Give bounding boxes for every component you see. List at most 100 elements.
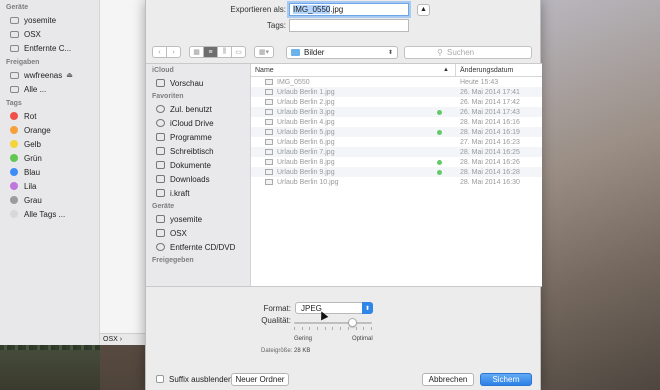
sidebar-item[interactable]: Lila bbox=[0, 179, 99, 193]
image-file-icon bbox=[265, 139, 273, 145]
file-row[interactable]: Urlaub Berlin 7.jpg 28. Mai 2014 16:25 bbox=[251, 147, 542, 157]
file-row[interactable]: Urlaub Berlin 3.jpg 26. Mai 2014 17:43 bbox=[251, 107, 542, 117]
image-file-icon bbox=[265, 129, 273, 135]
file-row[interactable]: Urlaub Berlin 10.jpg 28. Mai 2014 16:30 bbox=[251, 177, 542, 187]
date-column-header[interactable]: Änderungsdatum bbox=[456, 67, 513, 74]
file-name-cell: Urlaub Berlin 9.jpg bbox=[251, 169, 456, 176]
quality-slider-track[interactable] bbox=[294, 322, 372, 324]
name-column-header[interactable]: Name ▲ bbox=[251, 63, 456, 77]
file-rows: IMG_0550 Heute 15:43 Urlaub Berlin 1.jpg 26… bbox=[251, 77, 542, 187]
expand-collapse-button[interactable]: ▲ bbox=[417, 3, 430, 16]
sidebar-item[interactable]: OSX bbox=[146, 226, 250, 240]
arrange-icon: ▦▾ bbox=[258, 49, 270, 56]
sidebar-item-label: Vorschau bbox=[170, 78, 204, 88]
quality-slider-knob[interactable] bbox=[348, 318, 357, 327]
disc-icon bbox=[156, 243, 165, 251]
search-placeholder: Suchen bbox=[447, 47, 475, 57]
sidebar-item[interactable]: Programme bbox=[146, 130, 250, 144]
file-list: Name ▲ Änderungsdatum IMG_0550 Heute 15:4… bbox=[251, 63, 542, 286]
sidebar-item-label: OSX bbox=[170, 228, 187, 238]
sidebar-item[interactable]: i.kraft bbox=[146, 186, 250, 200]
export-name-row: Exportieren als: IMG_0550 .jpg ▲ bbox=[206, 3, 430, 16]
date-column-label: Änderungsdatum bbox=[460, 66, 514, 74]
sidebar-item-label: iCloud Drive bbox=[170, 118, 214, 128]
sidebar-item[interactable]: OSX bbox=[0, 27, 99, 41]
filename-extension: .jpg bbox=[330, 5, 344, 14]
file-row[interactable]: Urlaub Berlin 9.jpg 28. Mai 2014 16:28 bbox=[251, 167, 542, 177]
sidebar-item-label: wwfreenas bbox=[24, 70, 63, 80]
disk-icon bbox=[156, 215, 165, 223]
columns-icon: ⫼ bbox=[222, 48, 227, 55]
chevron-up-icon: ▲ bbox=[420, 6, 427, 13]
search-field[interactable]: ⚲ Suchen bbox=[404, 45, 532, 59]
sidebar-item[interactable]: Grau bbox=[0, 193, 99, 207]
sidebar-item[interactable]: Alle Tags ... bbox=[0, 207, 99, 221]
preview-app-icon bbox=[156, 79, 165, 87]
image-file-icon bbox=[265, 99, 273, 105]
sidebar-item[interactable]: Rot bbox=[0, 109, 99, 123]
sidebar-item[interactable]: Blau bbox=[0, 165, 99, 179]
quality-row: Qualität: bbox=[226, 316, 295, 325]
sidebar-item[interactable]: wwfreenas ⏏ bbox=[0, 68, 99, 82]
file-name: Urlaub Berlin 6.jpg bbox=[277, 138, 335, 146]
sidebar-item[interactable]: Vorschau bbox=[146, 76, 250, 90]
icon-view-button[interactable]: ▦ bbox=[189, 46, 204, 58]
file-row[interactable]: Urlaub Berlin 8.jpg 28. Mai 2014 16:26 bbox=[251, 157, 542, 167]
sidebar-item-label: yosemite bbox=[24, 15, 57, 25]
forward-button[interactable]: › bbox=[166, 46, 181, 58]
eject-icon[interactable]: ⏏ bbox=[66, 71, 73, 79]
sidebar-item[interactable]: Downloads bbox=[146, 172, 250, 186]
file-row[interactable]: Urlaub Berlin 4.jpg 28. Mai 2014 16:16 bbox=[251, 117, 542, 127]
hide-suffix-checkbox[interactable] bbox=[156, 375, 164, 383]
format-row: Format: JPEG ⬍ bbox=[226, 302, 373, 314]
image-file-icon bbox=[265, 79, 273, 85]
sidebar-item[interactable]: iCloud Drive bbox=[146, 116, 250, 130]
file-row[interactable]: IMG_0550 Heute 15:43 bbox=[251, 77, 542, 87]
documents-icon bbox=[156, 161, 165, 169]
sidebar-section-title: Favoriten bbox=[152, 92, 184, 100]
sidebar-item[interactable]: Entfernte CD/DVD bbox=[146, 240, 250, 254]
sidebar-item-label: Programme bbox=[170, 132, 212, 142]
sidebar-item[interactable]: Entfernte C... bbox=[0, 41, 99, 55]
file-name-cell: Urlaub Berlin 4.jpg bbox=[251, 119, 456, 126]
file-row[interactable]: Urlaub Berlin 5.jpg 28. Mai 2014 16:19 bbox=[251, 127, 542, 137]
sidebar-item[interactable]: Dokumente bbox=[146, 158, 250, 172]
file-date: 28. Mai 2014 16:28 bbox=[460, 168, 520, 176]
cancel-label: Abbrechen bbox=[428, 374, 468, 384]
save-label: Sichern bbox=[492, 374, 520, 384]
pathbar-label: OSX › bbox=[103, 336, 123, 343]
file-row[interactable]: Urlaub Berlin 6.jpg 27. Mai 2014 16:23 bbox=[251, 137, 542, 147]
sort-ascending-icon: ▲ bbox=[443, 67, 449, 73]
sidebar-item[interactable]: Grün bbox=[0, 151, 99, 165]
file-name: Urlaub Berlin 3.jpg bbox=[277, 108, 335, 116]
file-row[interactable]: Urlaub Berlin 2.jpg 26. Mai 2014 17:42 bbox=[251, 97, 542, 107]
back-button[interactable]: ‹ bbox=[152, 46, 167, 58]
coverflow-view-button[interactable]: ▭ bbox=[231, 46, 246, 58]
disc-icon bbox=[10, 44, 19, 52]
sidebar-item[interactable]: Orange bbox=[0, 123, 99, 137]
list-view-button[interactable]: ≡ bbox=[203, 46, 218, 58]
save-button[interactable]: Sichern bbox=[480, 372, 532, 386]
tags-field[interactable] bbox=[289, 19, 409, 32]
new-folder-button[interactable]: Neuer Ordner bbox=[231, 372, 289, 386]
name-column-label: Name bbox=[255, 66, 274, 74]
cancel-button[interactable]: Abbrechen bbox=[422, 372, 474, 386]
column-view-button[interactable]: ⫼ bbox=[217, 46, 232, 58]
chevron-left-icon: ‹ bbox=[158, 48, 161, 56]
location-popup[interactable]: Bilder ⬍ bbox=[286, 45, 398, 59]
tag-dot-icon bbox=[10, 210, 18, 218]
file-name: Urlaub Berlin 2.jpg bbox=[277, 98, 335, 106]
file-name-cell: Urlaub Berlin 3.jpg bbox=[251, 109, 456, 116]
folder-icon bbox=[291, 48, 300, 56]
sidebar-item[interactable]: Alle ... bbox=[0, 82, 99, 96]
new-folder-label: Neuer Ordner bbox=[235, 374, 285, 384]
export-name-field[interactable]: IMG_0550 .jpg bbox=[289, 3, 409, 16]
sidebar-item[interactable]: Zul. benutzt bbox=[146, 102, 250, 116]
file-row[interactable]: Urlaub Berlin 1.jpg 26. Mai 2014 17:41 bbox=[251, 87, 542, 97]
sidebar-item[interactable]: yosemite bbox=[146, 212, 250, 226]
sidebar-item[interactable]: Schreibtisch bbox=[146, 144, 250, 158]
sidebar-item[interactable]: Gelb bbox=[0, 137, 99, 151]
format-popup[interactable]: JPEG ⬍ bbox=[295, 302, 373, 314]
arrange-button[interactable]: ▦▾ bbox=[254, 46, 274, 58]
sidebar-item[interactable]: yosemite bbox=[0, 13, 99, 27]
